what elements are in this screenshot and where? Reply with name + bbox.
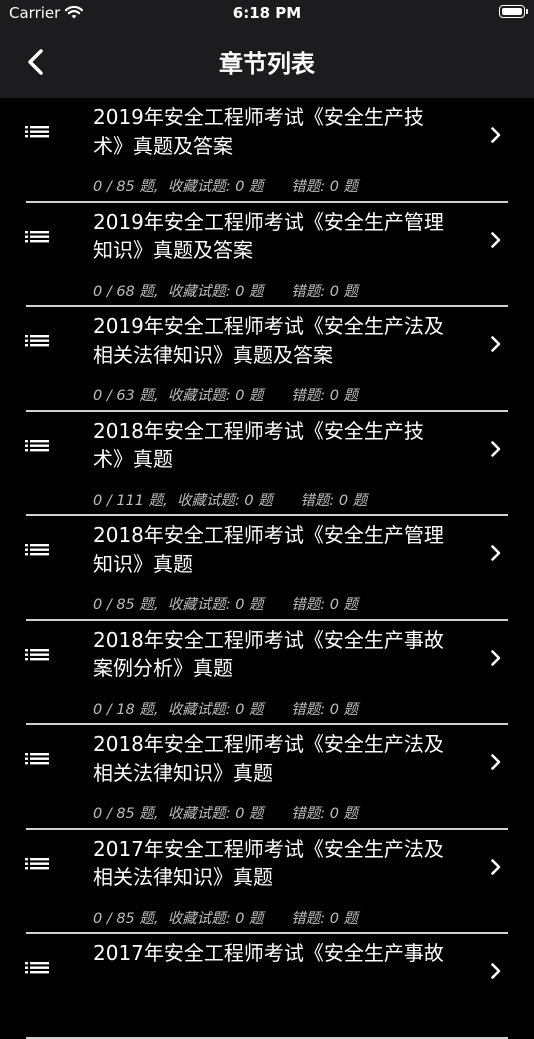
list-icon bbox=[25, 335, 49, 347]
chevron-right-icon bbox=[491, 127, 501, 143]
chevron-right-icon bbox=[491, 963, 501, 979]
chapter-row[interactable]: 2019年安全工程师考试《安全生产技术》真题及答案 0 / 85 题, 收藏试题:… bbox=[0, 98, 534, 203]
chevron-right-icon bbox=[491, 858, 501, 875]
chapter-title: 2019年安全工程师考试《安全生产技术》真题及答案 bbox=[93, 105, 424, 158]
chapter-stats: 0 / 85 题, 收藏试题: 0 题 错题: 0 题 bbox=[93, 806, 359, 822]
chapter-row[interactable]: 2018年安全工程师考试《安全生产事故案例分析》真题 0 / 18 题, 收藏试题… bbox=[0, 621, 534, 725]
chapter-row[interactable]: 2019年安全工程师考试《安全生产管理知识》真题及答案 0 / 68 题, 收藏试… bbox=[0, 203, 534, 307]
chevron-right-icon bbox=[491, 545, 501, 561]
status-bar: Carrier 6:18 PM bbox=[0, 0, 534, 30]
chevron-right-icon bbox=[491, 336, 501, 352]
chapter-stats: 0 / 63 题, 收藏试题: 0 题 错题: 0 题 bbox=[93, 388, 359, 404]
page-title: 章节列表 bbox=[219, 50, 315, 78]
chapter-title: 2018年安全工程师考试《安全生产事故案例分析》真题 bbox=[93, 627, 444, 681]
list-icon bbox=[25, 439, 49, 451]
chapter-row[interactable]: 2019年安全工程师考试《安全生产法及相关法律知识》真题及答案 0 / 63 题,… bbox=[0, 307, 534, 412]
chapter-row[interactable]: 2018年安全工程师考试《安全生产法及相关法律知识》真题 0 / 85 题, 收藏… bbox=[0, 725, 534, 830]
list-icon bbox=[25, 544, 49, 556]
chapter-row[interactable]: 2018年安全工程师考试《安全生产技术》真题 0 / 111 题, 收藏试题: 0… bbox=[0, 412, 534, 516]
chapter-title: 2018年安全工程师考试《安全生产技术》真题 bbox=[93, 418, 424, 472]
chapter-stats: 0 / 18 题, 收藏试题: 0 题 错题: 0 题 bbox=[93, 701, 359, 718]
chapter-title: 2017年安全工程师考试《安全生产法及相关法律知识》真题 bbox=[93, 836, 444, 890]
battery-icon bbox=[499, 5, 528, 18]
chapter-title: 2018年安全工程师考试《安全生产管理知识》真题 bbox=[93, 523, 444, 576]
chapter-stats: 0 / 85 题, 收藏试题: 0 题 错题: 0 题 bbox=[93, 910, 359, 927]
row-divider bbox=[26, 1036, 508, 1039]
chapter-title: 2019年安全工程师考试《安全生产法及相关法律知识》真题及答案 bbox=[93, 314, 444, 367]
chapter-stats: 0 / 68 题, 收藏试题: 0 题 错题: 0 题 bbox=[93, 283, 359, 300]
chevron-right-icon bbox=[491, 440, 501, 457]
chapter-stats: 0 / 85 题, 收藏试题: 0 题 错题: 0 题 bbox=[93, 179, 359, 195]
chapter-title: 2018年安全工程师考试《安全生产法及相关法律知识》真题 bbox=[93, 732, 444, 785]
status-time: 6:18 PM bbox=[232, 4, 302, 22]
list-icon bbox=[25, 962, 49, 974]
list-icon bbox=[25, 857, 49, 869]
chapter-row[interactable]: 2017年安全工程师考试《安全生产法及相关法律知识》真题 0 / 85 题, 收藏… bbox=[0, 830, 534, 934]
chapter-row[interactable]: 2018年安全工程师考试《安全生产管理知识》真题 0 / 85 题, 收藏试题: … bbox=[0, 516, 534, 621]
chapter-stats: 0 / 111 题, 收藏试题: 0 题 错题: 0 题 bbox=[93, 492, 368, 509]
list-icon bbox=[25, 648, 49, 660]
chapter-stats: 0 / 85 题, 收藏试题: 0 题 错题: 0 题 bbox=[93, 597, 359, 613]
chevron-right-icon bbox=[491, 754, 501, 770]
chevron-right-icon bbox=[491, 231, 501, 248]
chapter-title: 2019年安全工程师考试《安全生产管理知识》真题及答案 bbox=[93, 209, 444, 263]
navigation-bar: Carrier 6:18 PM 章节列表 bbox=[0, 0, 534, 98]
chapter-list: 2019年安全工程师考试《安全生产技术》真题及答案 0 / 85 题, 收藏试题:… bbox=[0, 98, 534, 1039]
list-icon bbox=[25, 126, 49, 138]
list-icon bbox=[25, 230, 49, 242]
list-icon bbox=[25, 753, 49, 765]
chapter-title: 2017年安全工程师考试《安全生产事故 bbox=[93, 941, 444, 965]
chevron-right-icon bbox=[491, 649, 501, 666]
